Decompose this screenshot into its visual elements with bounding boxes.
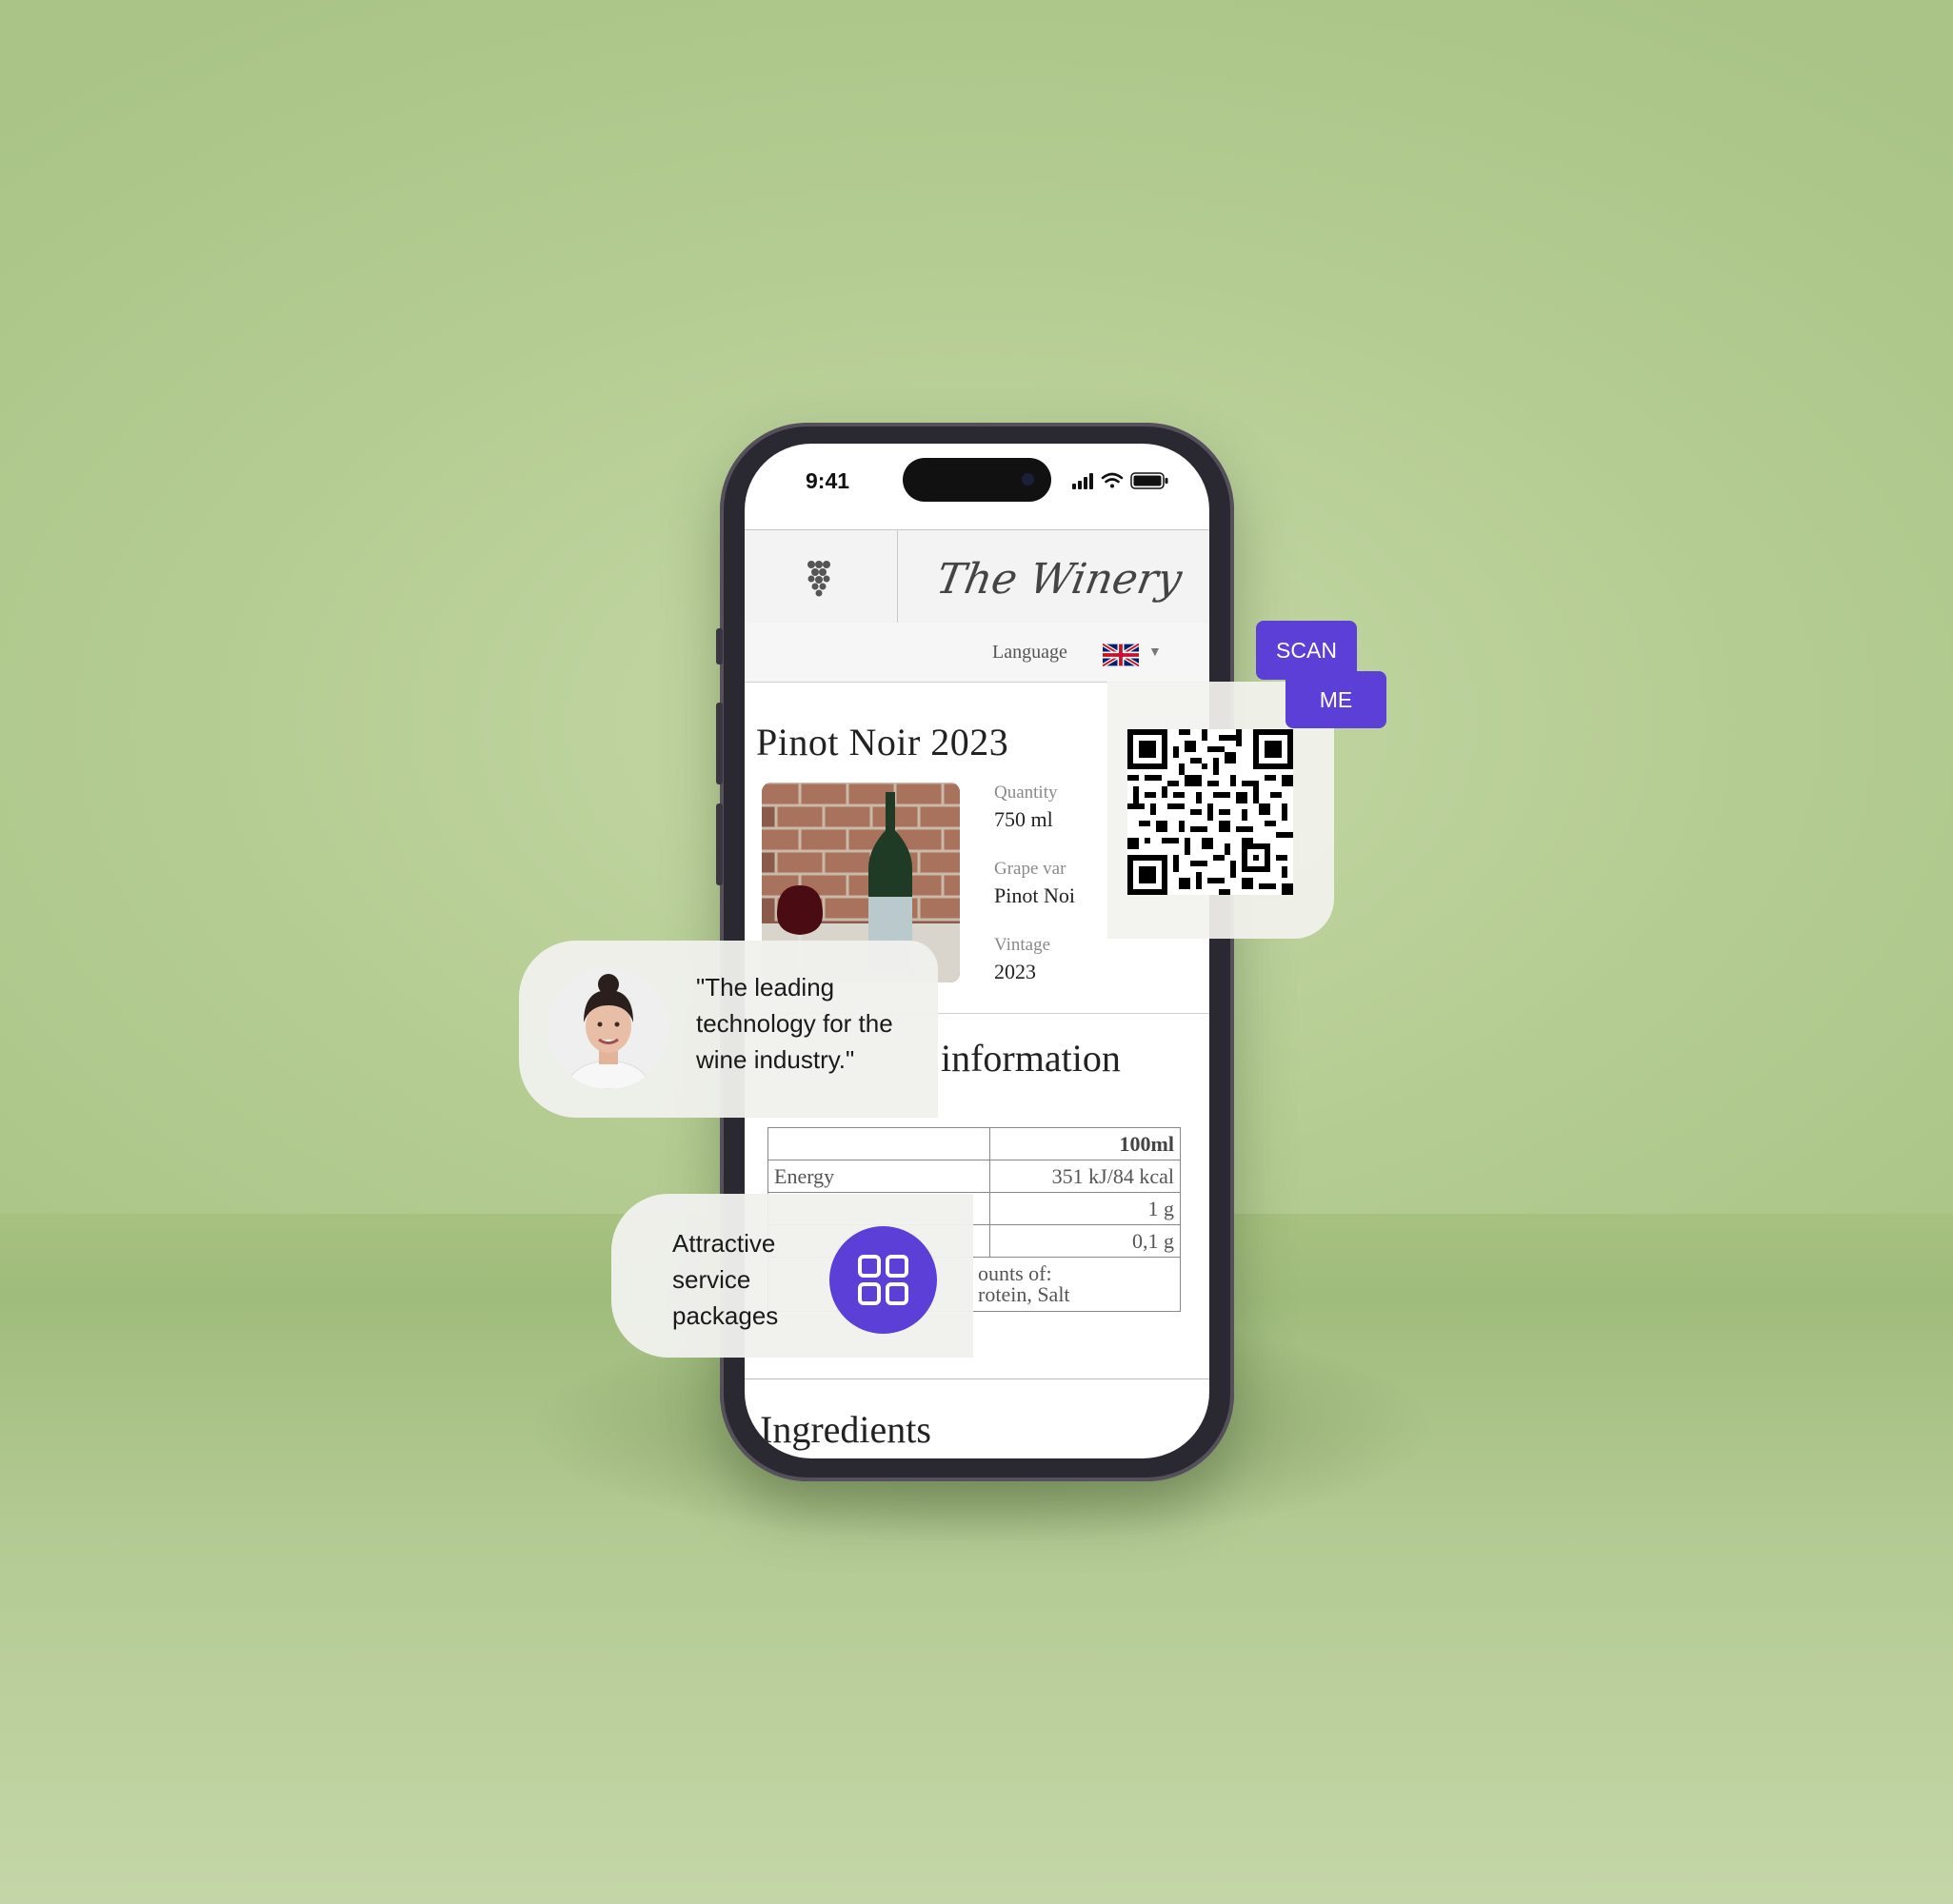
table-row: Energy 351 kJ/84 kcal <box>767 1160 1181 1193</box>
vintage-value: 2023 <box>994 960 1036 983</box>
language-label: Language <box>992 642 1067 663</box>
header-divider <box>897 530 898 624</box>
signal-icon <box>1072 473 1093 489</box>
dynamic-island <box>903 458 1051 502</box>
battery-icon <box>1130 472 1168 489</box>
table-row: 100ml <box>767 1127 1181 1160</box>
vintage-label: Vintage <box>994 935 1051 955</box>
section-divider <box>745 1378 1209 1379</box>
phone-volume-up <box>716 703 723 784</box>
testimonial-quote: "The leading technology for the wine ind… <box>696 973 893 1074</box>
table-cell: 1 g <box>989 1192 1181 1225</box>
grid-icon <box>858 1255 908 1305</box>
grape-variety-value: Pinot Noi <box>994 883 1075 907</box>
quantity-label: Quantity <box>994 783 1058 803</box>
wine-title: Pinot Noir 2023 <box>756 721 1009 764</box>
wine-info: Quantity 750 ml Grape var Pinot Noi Vint… <box>994 783 1108 1011</box>
grape-icon[interactable] <box>804 559 832 597</box>
wifi-icon <box>1101 472 1124 488</box>
camera-icon <box>1022 473 1034 486</box>
table-cell: Energy <box>767 1160 990 1193</box>
language-dropdown-caret[interactable]: ▼ <box>1148 644 1162 659</box>
avatar <box>548 967 669 1089</box>
table-cell: 351 kJ/84 kcal <box>989 1160 1181 1193</box>
grape-variety-label: Grape var <box>994 859 1066 879</box>
service-text: Attractive service packages <box>672 1229 779 1330</box>
status-time: 9:41 <box>806 468 850 493</box>
status-icons <box>1072 472 1168 489</box>
service-button[interactable] <box>829 1226 937 1334</box>
winery-logo[interactable]: The Winery <box>935 547 1183 610</box>
table-note-line: ounts of: <box>978 1261 1052 1285</box>
app-header: The Winery <box>745 529 1209 625</box>
table-cell: 0,1 g <box>989 1224 1181 1258</box>
language-bar: Language ▼ <box>745 623 1209 683</box>
phone-action-button <box>716 628 723 664</box>
table-note-line: rotein, Salt <box>978 1282 1070 1306</box>
me-button[interactable]: ME <box>1285 671 1386 728</box>
nutrition-heading: information <box>941 1037 1121 1080</box>
phone-volume-down <box>716 803 723 885</box>
status-bar: 9:41 <box>745 444 1209 529</box>
table-cell <box>767 1127 990 1160</box>
qr-code[interactable] <box>1127 729 1293 895</box>
quantity-value: 750 ml <box>994 807 1053 831</box>
uk-flag-icon[interactable] <box>1103 644 1139 666</box>
table-header-cell: 100ml <box>989 1127 1181 1160</box>
winery-logo-text: The Winery <box>935 555 1183 604</box>
ingredients-heading: Ingredients <box>760 1408 931 1451</box>
